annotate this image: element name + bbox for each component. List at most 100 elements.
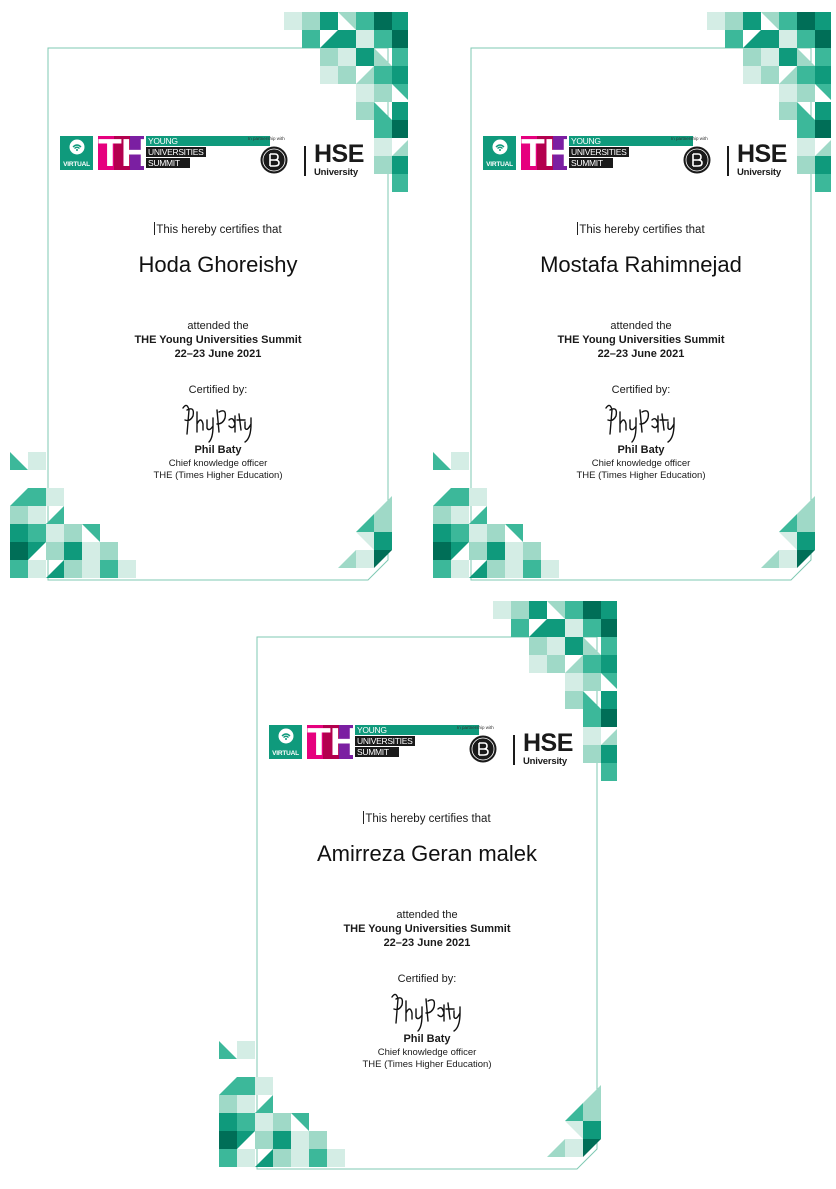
decorative-mosaic-bottom-right	[338, 496, 392, 568]
mosaic-tile	[356, 550, 374, 568]
mosaic-tile	[392, 174, 408, 192]
mosaic-tile	[392, 120, 408, 138]
signature-image	[391, 993, 461, 1032]
mosaic-tile	[725, 30, 743, 48]
mosaic-tile	[743, 66, 761, 84]
certifies-text: This hereby certifies that	[365, 813, 491, 825]
mosaic-tile	[284, 12, 302, 30]
mosaic-tile	[779, 102, 797, 120]
mosaic-tile	[28, 560, 46, 578]
hse-seal-icon	[683, 146, 711, 174]
mosaic-tile	[356, 30, 374, 48]
mosaic-tile	[392, 140, 408, 156]
virtual-label: VIRTUAL	[486, 161, 513, 168]
mosaic-tile	[815, 120, 831, 138]
wifi-bubble-icon	[278, 728, 294, 744]
the-logo: THE	[521, 136, 567, 170]
recipient-name: Hoda Ghoreishy	[138, 252, 298, 277]
decorative-mosaic-bottom-right	[547, 1085, 601, 1157]
certifies-text: This hereby certifies that	[579, 224, 705, 236]
mosaic-tile	[302, 12, 320, 30]
mosaic-tile	[10, 560, 28, 578]
mosaic-tile	[601, 655, 617, 673]
mosaic-tile	[338, 550, 356, 568]
mosaic-tile	[338, 12, 356, 30]
mosaic-tile	[374, 30, 392, 48]
mosaic-tile	[309, 1131, 327, 1149]
mosaic-tile	[82, 524, 100, 542]
virtual-badge: VIRTUAL	[60, 136, 93, 170]
mosaic-tile	[529, 619, 547, 637]
mosaic-tile	[565, 1121, 583, 1139]
mosaic-tile	[797, 66, 815, 84]
mosaic-tile	[374, 102, 392, 120]
certified-by-label: Certified by:	[188, 384, 248, 396]
certificate-frame	[431, 12, 831, 600]
mosaic-tile	[815, 156, 831, 174]
mosaic-tile	[469, 488, 487, 506]
signer-organization: THE (Times Higher Education)	[362, 1059, 492, 1070]
mosaic-tile	[392, 102, 408, 120]
wifi-bubble-icon	[69, 139, 85, 155]
mosaic-tile	[797, 30, 815, 48]
hse-wordmark: HSE	[523, 729, 573, 757]
mosaic-tile	[779, 12, 797, 30]
mosaic-tile	[273, 1149, 291, 1167]
mosaic-tile	[779, 84, 797, 102]
mosaic-tile	[601, 619, 617, 637]
mosaic-tile	[392, 30, 408, 48]
mosaic-tile	[547, 601, 565, 619]
mosaic-tile	[725, 12, 743, 30]
mosaic-tile	[815, 12, 831, 30]
mosaic-tile	[356, 12, 374, 30]
mosaic-tile	[219, 1131, 237, 1149]
event-name: THE Young Universities Summit	[134, 334, 302, 346]
mosaic-tile	[583, 1085, 601, 1103]
mosaic-tile	[451, 506, 469, 524]
mosaic-tile	[320, 48, 338, 66]
mosaic-tile	[511, 601, 529, 619]
signer-title: Chief knowledge officer	[591, 458, 691, 469]
signer-organization: THE (Times Higher Education)	[153, 470, 283, 481]
hse-wordmark: HSE	[314, 140, 364, 168]
mosaic-tile	[815, 84, 831, 100]
mosaic-tile	[743, 12, 761, 30]
partnership-text: In partnership with	[457, 725, 494, 730]
mosaic-tile	[469, 524, 487, 542]
virtual-label: VIRTUAL	[272, 750, 299, 757]
mosaic-tile	[374, 12, 392, 30]
summit-line-summit: SUMMIT	[569, 158, 613, 168]
mosaic-tile	[374, 84, 392, 102]
mosaic-tile	[255, 1131, 273, 1149]
mosaic-tile	[565, 673, 583, 691]
mosaic-tile	[392, 66, 408, 84]
mosaic-tile	[469, 506, 487, 524]
mosaic-tile	[374, 48, 392, 66]
mosaic-tile	[583, 601, 601, 619]
mosaic-tile	[320, 66, 338, 84]
hse-university-label: University	[523, 756, 567, 767]
mosaic-tile	[601, 763, 617, 781]
mosaic-tile	[583, 637, 601, 655]
certifies-line: This hereby certifies that	[58, 222, 378, 236]
wifi-bubble-icon	[492, 139, 508, 155]
mosaic-tile	[779, 550, 797, 568]
mosaic-tile	[493, 601, 511, 619]
mosaic-tile	[523, 542, 541, 560]
mosaic-tile	[255, 1095, 273, 1113]
mosaic-tile	[237, 1077, 255, 1095]
mosaic-tile	[10, 488, 28, 506]
summit-line-universities: UNIVERSITIES	[355, 736, 415, 746]
mosaic-tile	[761, 12, 779, 30]
certificate-frame	[217, 601, 617, 1189]
mosaic-tile	[374, 514, 392, 532]
attended-text: attended the	[187, 320, 249, 332]
mosaic-tile	[64, 524, 82, 542]
certified-by-label: Certified by:	[397, 973, 457, 985]
mosaic-tile	[338, 30, 356, 48]
decorative-mosaic-bottom-right	[761, 496, 815, 568]
attended-text: attended the	[610, 320, 672, 332]
mosaic-tile	[583, 655, 601, 673]
mosaic-tile	[255, 1149, 273, 1167]
mosaic-tile	[82, 542, 100, 560]
